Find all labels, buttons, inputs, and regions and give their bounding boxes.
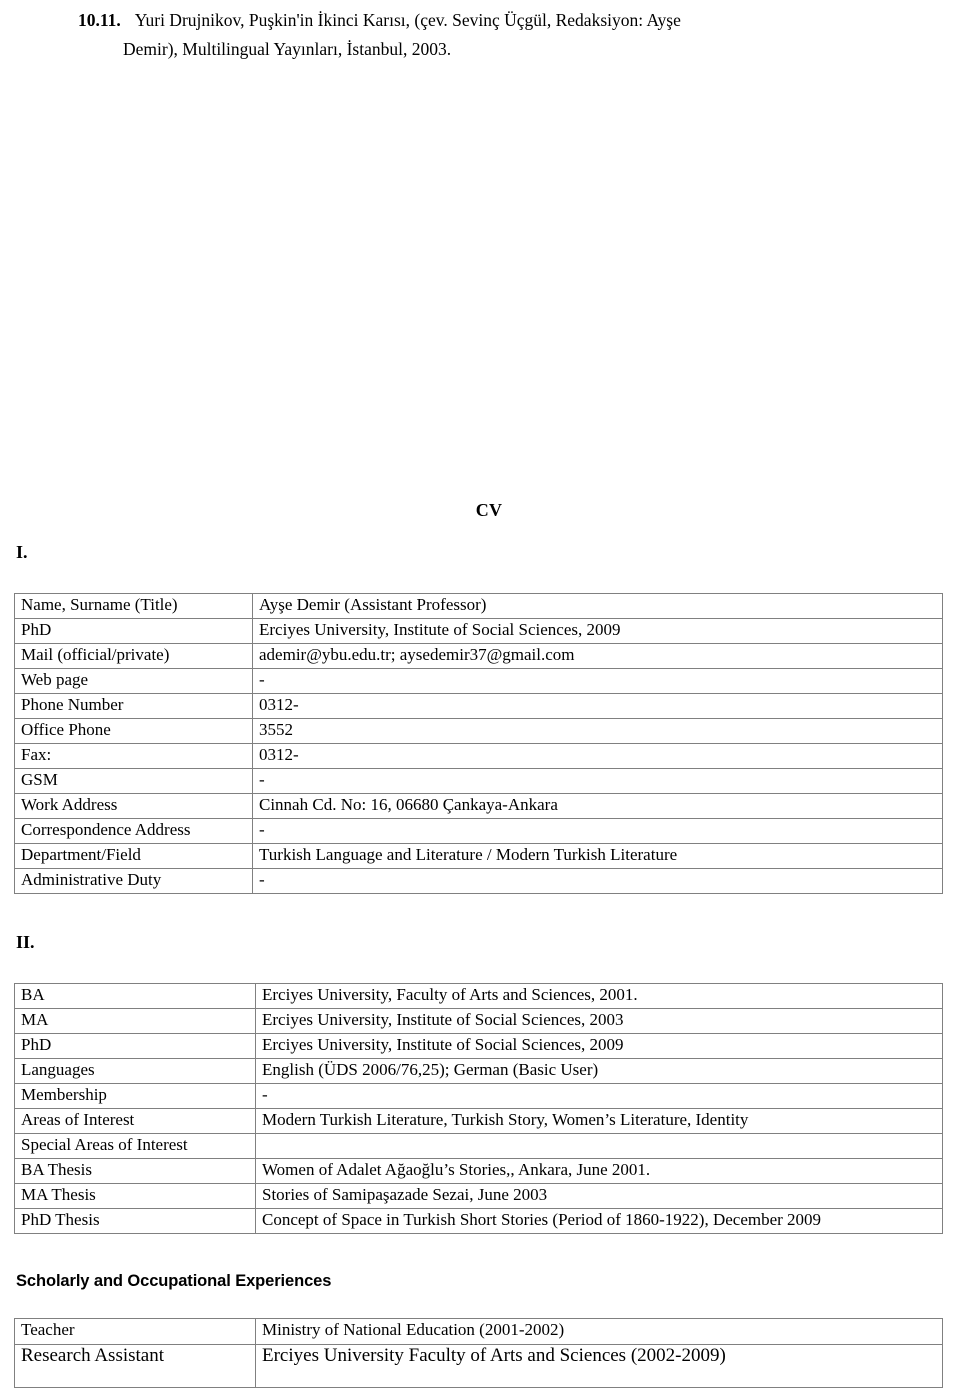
row-label: Department/Field	[14, 843, 253, 869]
table-row: Languages English (ÜDS 2006/76,25); Germ…	[14, 1058, 943, 1084]
row-value: Cinnah Cd. No: 16, 06680 Çankaya-Ankara	[252, 793, 943, 819]
row-value: Women of Adalet Ağaoğlu’s Stories,, Anka…	[255, 1158, 943, 1184]
row-label: PhD	[14, 618, 253, 644]
row-label: Work Address	[14, 793, 253, 819]
table-row: Fax: 0312-	[14, 743, 943, 769]
row-value: Erciyes University, Institute of Social …	[255, 1033, 943, 1059]
table-row: Teacher Ministry of National Education (…	[14, 1318, 943, 1345]
citation-line-1: Yuri Drujnikov, Puşkin'in İkinci Karısı,…	[134, 10, 681, 30]
citation-line-2: Demir), Multilingual Yayınları, İstanbul…	[123, 39, 452, 59]
table-row: MA Thesis Stories of Samipaşazade Sezai,…	[14, 1183, 943, 1209]
row-value: Turkish Language and Literature / Modern…	[252, 843, 943, 869]
row-value: Ayşe Demir (Assistant Professor)	[252, 593, 943, 619]
table-row: Areas of Interest Modern Turkish Literat…	[14, 1108, 943, 1134]
table-row: Department/Field Turkish Language and Li…	[14, 843, 943, 869]
table-row: Membership -	[14, 1083, 943, 1109]
row-value: -	[255, 1083, 943, 1109]
row-value: -	[252, 668, 943, 694]
row-value: 3552	[252, 718, 943, 744]
row-label: BA	[14, 983, 256, 1009]
cv-title: CV	[475, 500, 503, 520]
row-value: -	[252, 768, 943, 794]
row-value: Erciyes University, Institute of Social …	[255, 1008, 943, 1034]
personal-information-table: Name, Surname (Title) Ayşe Demir (Assist…	[14, 593, 943, 894]
section-marker-two: II.	[16, 932, 35, 952]
row-label: GSM	[14, 768, 253, 794]
row-value	[255, 1133, 943, 1159]
table-row: MA Erciyes University, Institute of Soci…	[14, 1008, 943, 1034]
experience-table: Teacher Ministry of National Education (…	[14, 1318, 943, 1388]
table-row: PhD Thesis Concept of Space in Turkish S…	[14, 1208, 943, 1234]
row-value: -	[252, 868, 943, 894]
row-label: Fax:	[14, 743, 253, 769]
row-label: Name, Surname (Title)	[14, 593, 253, 619]
table-row: Special Areas of Interest	[14, 1133, 943, 1159]
row-label: Mail (official/private)	[14, 643, 253, 669]
row-value: Concept of Space in Turkish Short Storie…	[255, 1208, 943, 1234]
row-label: Special Areas of Interest	[14, 1133, 256, 1159]
table-row: PhD Erciyes University, Institute of Soc…	[14, 618, 943, 644]
table-row: Research Assistant Erciyes University Fa…	[14, 1344, 943, 1388]
row-label: MA	[14, 1008, 256, 1034]
row-label: Phone Number	[14, 693, 253, 719]
row-label: Research Assistant	[14, 1344, 256, 1388]
table-row: Correspondence Address -	[14, 818, 943, 844]
table-row: BA Thesis Women of Adalet Ağaoğlu’s Stor…	[14, 1158, 943, 1184]
row-label: Web page	[14, 668, 253, 694]
row-value: Modern Turkish Literature, Turkish Story…	[255, 1108, 943, 1134]
table-row: GSM -	[14, 768, 943, 794]
row-label: PhD Thesis	[14, 1208, 256, 1234]
citation-paragraph: 10.11. Yuri Drujnikov, Puşkin'in İkinci K…	[78, 6, 898, 64]
row-value: Erciyes University, Faculty of Arts and …	[255, 983, 943, 1009]
row-value: ademir@ybu.edu.tr; aysedemir37@gmail.com	[252, 643, 943, 669]
table-row: Administrative Duty -	[14, 868, 943, 894]
experiences-heading: Scholarly and Occupational Experiences	[16, 1272, 332, 1290]
table-row: Phone Number 0312-	[14, 693, 943, 719]
row-label: Teacher	[14, 1318, 256, 1345]
row-value: -	[252, 818, 943, 844]
row-label: Correspondence Address	[14, 818, 253, 844]
table-row: Name, Surname (Title) Ayşe Demir (Assist…	[14, 593, 943, 619]
row-value: Erciyes University, Institute of Social …	[252, 618, 943, 644]
row-label: Areas of Interest	[14, 1108, 256, 1134]
citation-number: 10.11.	[78, 10, 121, 30]
table-row: PhD Erciyes University, Institute of Soc…	[14, 1033, 943, 1059]
table-row: Mail (official/private) ademir@ybu.edu.t…	[14, 643, 943, 669]
row-label: Membership	[14, 1083, 256, 1109]
row-label: Languages	[14, 1058, 256, 1084]
row-label: Administrative Duty	[14, 868, 253, 894]
row-value: English (ÜDS 2006/76,25); German (Basic …	[255, 1058, 943, 1084]
row-value: Ministry of National Education (2001-200…	[255, 1318, 943, 1345]
row-value: Erciyes University Faculty of Arts and S…	[255, 1344, 943, 1388]
row-label: MA Thesis	[14, 1183, 256, 1209]
section-marker-one: I.	[16, 542, 28, 562]
row-label: PhD	[14, 1033, 256, 1059]
row-label: BA Thesis	[14, 1158, 256, 1184]
table-row: BA Erciyes University, Faculty of Arts a…	[14, 983, 943, 1009]
row-value: 0312-	[252, 693, 943, 719]
row-value: Stories of Samipaşazade Sezai, June 2003	[255, 1183, 943, 1209]
education-table: BA Erciyes University, Faculty of Arts a…	[14, 983, 943, 1234]
table-row: Web page -	[14, 668, 943, 694]
row-value: 0312-	[252, 743, 943, 769]
row-label: Office Phone	[14, 718, 253, 744]
table-row: Office Phone 3552	[14, 718, 943, 744]
table-row: Work Address Cinnah Cd. No: 16, 06680 Ça…	[14, 793, 943, 819]
